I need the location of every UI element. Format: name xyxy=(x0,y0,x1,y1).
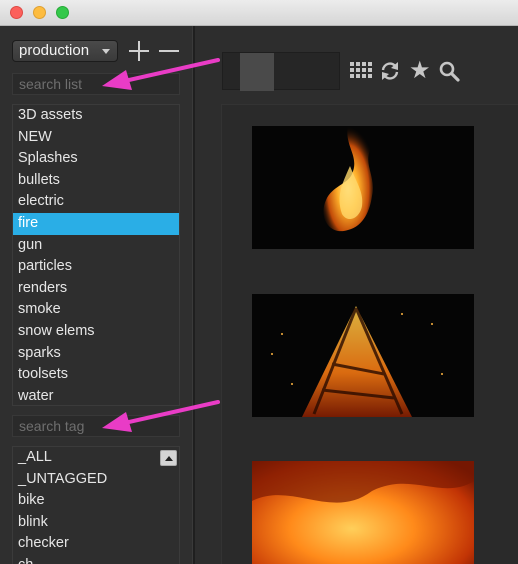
star-icon[interactable]: ★ xyxy=(409,59,431,83)
list-item-selected[interactable]: fire xyxy=(13,212,179,235)
refresh-icon[interactable] xyxy=(379,60,401,82)
tags-panel: _ALL _UNTAGGED bike blink checker ch... xyxy=(12,446,180,564)
thumbnail-bonfire[interactable] xyxy=(252,294,474,417)
project-dropdown-value: production xyxy=(19,42,90,59)
lists-panel: 3D assets NEW Splashes bullets electric … xyxy=(12,104,180,406)
close-window-button[interactable] xyxy=(10,6,23,19)
project-dropdown[interactable]: production xyxy=(12,40,118,62)
tag-item[interactable]: ch... xyxy=(13,555,179,564)
remove-list-button[interactable] xyxy=(158,40,180,62)
thumbnail-gallery xyxy=(221,104,518,564)
minimize-window-button[interactable] xyxy=(33,6,46,19)
list-item[interactable]: NEW xyxy=(13,127,179,149)
list-item[interactable]: toolsets xyxy=(13,364,179,386)
color-swatch-well[interactable] xyxy=(222,52,340,91)
list-item[interactable]: Splashes xyxy=(13,148,179,170)
list-item[interactable]: gun xyxy=(13,235,179,257)
list-item[interactable]: 3D assets xyxy=(13,105,179,127)
list-item[interactable]: sparks xyxy=(13,343,179,365)
thumbnail-flame-1[interactable] xyxy=(252,126,474,249)
tag-item[interactable]: checker xyxy=(13,533,179,555)
grid-icon[interactable] xyxy=(350,60,372,82)
thumbnail-flame-closeup[interactable] xyxy=(252,461,474,564)
list-item[interactable]: smoke xyxy=(13,299,179,321)
list-item[interactable]: electric xyxy=(13,191,179,213)
title-bar xyxy=(0,0,518,26)
maximize-window-button[interactable] xyxy=(56,6,69,19)
search-tag-input[interactable]: search tag xyxy=(12,415,180,437)
tag-item[interactable]: _UNTAGGED xyxy=(13,469,179,491)
chevron-down-icon xyxy=(102,49,110,54)
tag-item[interactable]: bike xyxy=(13,490,179,512)
magnifier-icon[interactable] xyxy=(438,60,460,82)
list-item[interactable]: bullets xyxy=(13,170,179,192)
add-list-button[interactable] xyxy=(128,40,150,62)
scroll-up-button[interactable] xyxy=(160,450,177,466)
list-item[interactable]: snow elems xyxy=(13,321,179,343)
color-swatch xyxy=(240,53,274,91)
tag-item[interactable]: blink xyxy=(13,512,179,534)
list-item[interactable]: water xyxy=(13,386,179,408)
sidebar: production search list 3D assets NEW Spl… xyxy=(0,26,192,564)
splitter[interactable] xyxy=(192,26,195,564)
app-window: production search list 3D assets NEW Spl… xyxy=(0,26,518,564)
list-item[interactable]: renders xyxy=(13,278,179,300)
tag-item[interactable]: _ALL xyxy=(13,447,179,469)
search-list-input[interactable]: search list xyxy=(12,73,180,95)
list-item[interactable]: particles xyxy=(13,256,179,278)
